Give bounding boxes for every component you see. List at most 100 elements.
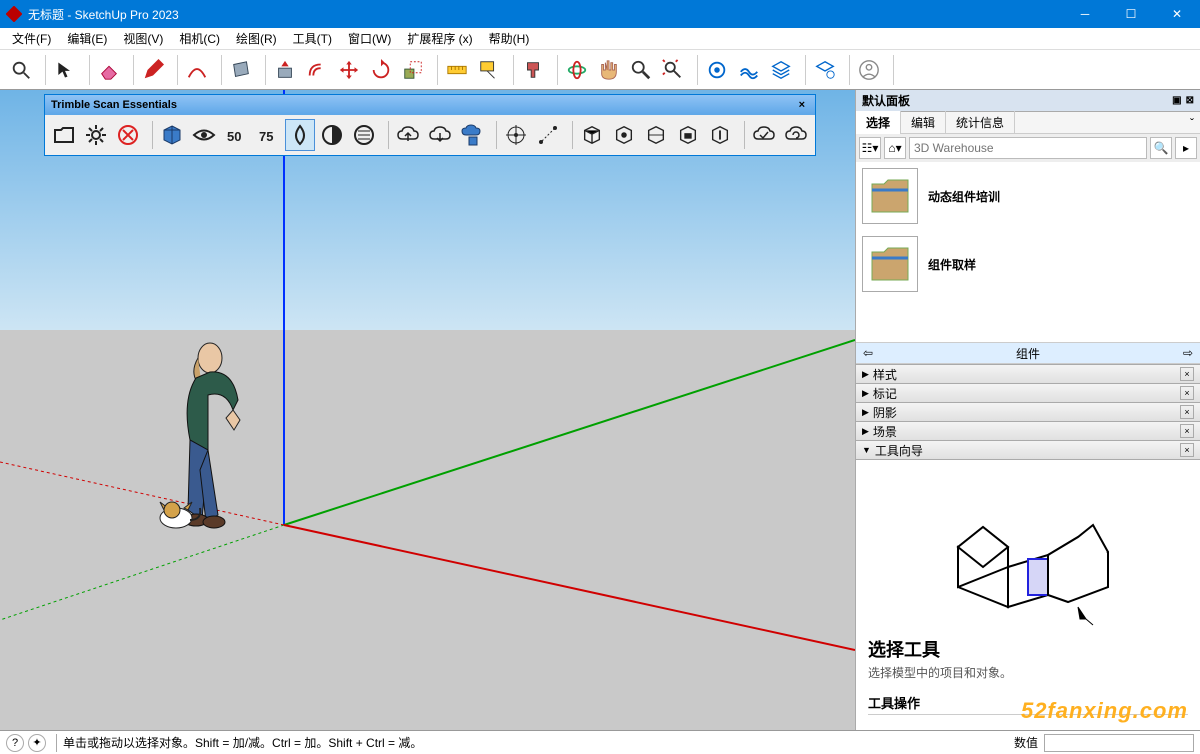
section-tags[interactable]: ▶标记×: [856, 384, 1200, 403]
cloud-down-icon[interactable]: [425, 119, 455, 151]
warehouse-icon[interactable]: [702, 55, 732, 85]
orbit-icon[interactable]: [562, 55, 592, 85]
zoom-icon[interactable]: [626, 55, 656, 85]
zoom-extents-icon[interactable]: [658, 55, 688, 85]
list-item-label: 组件取样: [928, 256, 976, 273]
menu-view[interactable]: 视图(V): [115, 28, 171, 49]
tabs-collapse-icon[interactable]: ˇ: [1184, 116, 1200, 130]
tab-edit[interactable]: 编辑: [901, 111, 946, 134]
tab-stats[interactable]: 统计信息: [946, 111, 1015, 134]
instructor-desc: 选择模型中的项目和对象。: [868, 664, 1188, 681]
menu-file[interactable]: 文件(F): [4, 28, 59, 49]
menu-window[interactable]: 窗口(W): [340, 28, 399, 49]
search-icon[interactable]: [6, 55, 36, 85]
section-close-icon[interactable]: ×: [1180, 424, 1194, 438]
cloud-check-icon[interactable]: [749, 119, 779, 151]
menu-draw[interactable]: 绘图(R): [228, 28, 285, 49]
forward-icon[interactable]: ▸: [1175, 137, 1197, 159]
paint-icon[interactable]: [518, 55, 548, 85]
section-close-icon[interactable]: ×: [1180, 405, 1194, 419]
pencil-icon[interactable]: [138, 55, 168, 85]
component-list[interactable]: 动态组件培训 组件取样: [856, 162, 1200, 342]
section-close-icon[interactable]: ×: [1180, 367, 1194, 381]
menu-tools[interactable]: 工具(T): [285, 28, 340, 49]
seventyfive-icon[interactable]: 75: [253, 119, 283, 151]
box-d-icon[interactable]: [673, 119, 703, 151]
box-e-icon[interactable]: [705, 119, 735, 151]
hatch-circle-icon[interactable]: [349, 119, 379, 151]
delete-circle-icon[interactable]: [113, 119, 143, 151]
home-icon[interactable]: ⌂▾: [884, 137, 906, 159]
maximize-button[interactable]: ☐: [1108, 0, 1154, 28]
layers-cog-icon[interactable]: [810, 55, 840, 85]
panel-header[interactable]: 默认面板 ▣⊠: [856, 90, 1200, 112]
open-folder-icon[interactable]: [49, 119, 79, 151]
section-instructor[interactable]: ▼工具向导×: [856, 441, 1200, 460]
user-icon[interactable]: [854, 55, 884, 85]
instructor-title: 选择工具: [868, 636, 1188, 662]
close-button[interactable]: ✕: [1154, 0, 1200, 28]
geo-icon[interactable]: ✦: [28, 734, 46, 752]
menu-extensions[interactable]: 扩展程序 (x): [399, 28, 480, 49]
nav-back-icon[interactable]: ⇦: [856, 346, 880, 360]
droplet-icon[interactable]: [285, 119, 315, 151]
eye-icon[interactable]: [189, 119, 219, 151]
panel-close-icon[interactable]: ⊠: [1186, 95, 1194, 106]
extension-warehouse-icon[interactable]: [734, 55, 764, 85]
tab-select[interactable]: 选择: [856, 111, 901, 134]
section-scenes[interactable]: ▶场景×: [856, 422, 1200, 441]
eraser-icon[interactable]: [94, 55, 124, 85]
value-input[interactable]: [1044, 734, 1194, 752]
panel-pin-icon[interactable]: ▣: [1172, 95, 1181, 106]
section-close-icon[interactable]: ×: [1180, 386, 1194, 400]
rectangle-icon[interactable]: [226, 55, 256, 85]
scan-toolbar-close-icon[interactable]: ×: [795, 99, 809, 111]
contrast-icon[interactable]: [317, 119, 347, 151]
view-mode-icon[interactable]: ☷▾: [859, 137, 881, 159]
menu-camera[interactable]: 相机(C): [171, 28, 228, 49]
rotate-icon[interactable]: [366, 55, 396, 85]
pushpull-icon[interactable]: [270, 55, 300, 85]
svg-text:75: 75: [259, 129, 273, 144]
viewport-area[interactable]: Trimble Scan Essentials × 50 75: [0, 90, 855, 730]
cloud-refresh-icon[interactable]: [781, 119, 811, 151]
list-item[interactable]: 组件取样: [862, 236, 1194, 292]
box-a-icon[interactable]: [577, 119, 607, 151]
list-item[interactable]: 动态组件培训: [862, 168, 1194, 224]
box-c-icon[interactable]: [641, 119, 671, 151]
section-styles[interactable]: ▶样式×: [856, 365, 1200, 384]
text-icon[interactable]: [474, 55, 504, 85]
cube-view-icon[interactable]: [157, 119, 187, 151]
cloud-up-icon[interactable]: [393, 119, 423, 151]
target-icon[interactable]: [501, 119, 531, 151]
nav-forward-icon[interactable]: ⇨: [1176, 346, 1200, 360]
search-input[interactable]: [909, 137, 1147, 159]
list-item-label: 动态组件培训: [928, 188, 1000, 205]
search-button-icon[interactable]: 🔍: [1150, 137, 1172, 159]
app-icon: [6, 6, 22, 22]
pan-icon[interactable]: [594, 55, 624, 85]
minimize-button[interactable]: ─: [1062, 0, 1108, 28]
tape-icon[interactable]: [442, 55, 472, 85]
scale-icon[interactable]: [398, 55, 428, 85]
offset-icon[interactable]: [302, 55, 332, 85]
gear-icon[interactable]: [81, 119, 111, 151]
viewport-canvas[interactable]: [0, 90, 855, 730]
layers-icon[interactable]: [766, 55, 796, 85]
move-icon[interactable]: [334, 55, 364, 85]
menu-bar: 文件(F) 编辑(E) 视图(V) 相机(C) 绘图(R) 工具(T) 窗口(W…: [0, 28, 1200, 50]
help-icon[interactable]: ?: [6, 734, 24, 752]
section-close-icon[interactable]: ×: [1180, 443, 1194, 457]
scan-toolbar-title[interactable]: Trimble Scan Essentials ×: [45, 95, 815, 115]
box-b-icon[interactable]: [609, 119, 639, 151]
select-tool-icon[interactable]: [50, 55, 80, 85]
arc-icon[interactable]: [182, 55, 212, 85]
folder-thumb-icon: [862, 168, 918, 224]
cloud-cube-icon[interactable]: [457, 119, 487, 151]
measure-points-icon[interactable]: [533, 119, 563, 151]
menu-help[interactable]: 帮助(H): [481, 28, 538, 49]
section-shadows[interactable]: ▶阴影×: [856, 403, 1200, 422]
scan-essentials-toolbar[interactable]: Trimble Scan Essentials × 50 75: [44, 94, 816, 156]
fifty-icon[interactable]: 50: [221, 119, 251, 151]
menu-edit[interactable]: 编辑(E): [59, 28, 115, 49]
